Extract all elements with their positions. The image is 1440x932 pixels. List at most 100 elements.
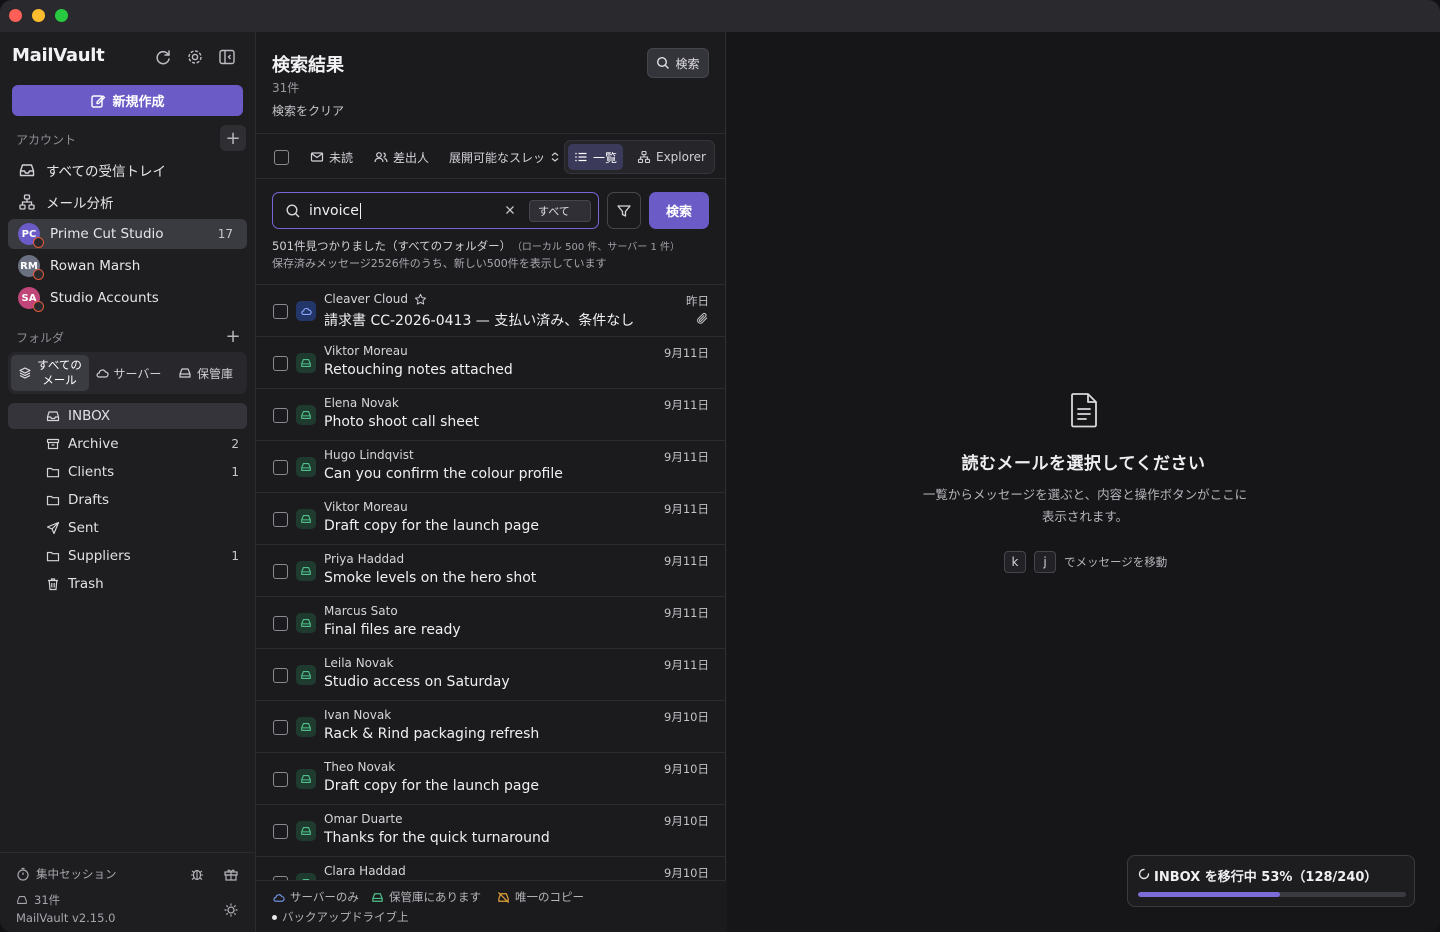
folder-trash[interactable]: Trash [8,571,247,597]
search-input-value[interactable]: invoice [309,203,361,219]
bug-icon[interactable] [189,866,205,882]
view-switcher: 一覧 Explorer [564,140,715,174]
row-checkbox[interactable] [273,356,288,371]
app-window: MailVault 新規作成 アカウント + すべての受信トレイ メール分析 P… [0,0,1440,932]
folder-sent[interactable]: Sent [8,515,247,541]
page-title: 検索結果 [272,55,344,76]
message-row[interactable]: Leila Novak Studio access on Saturday 9月11… [256,649,726,701]
message-date: 9月11日 [664,606,709,620]
drive-icon [296,769,316,789]
message-row[interactable]: Theo Novak Draft copy for the launch page… [256,753,726,805]
advanced-filter-button[interactable] [607,192,641,229]
folder-clients[interactable]: Clients 1 [8,459,247,485]
search-toggle-button[interactable]: 検索 [647,48,709,78]
row-checkbox[interactable] [273,668,288,683]
explorer-view-button[interactable]: Explorer [631,144,712,170]
row-checkbox[interactable] [273,564,288,579]
message-row[interactable]: Clara Haddad 9月10日 [256,857,726,880]
folder-archive[interactable]: Archive 2 [8,431,247,457]
message-row[interactable]: Omar Duarte Thanks for the quick turnarou… [256,805,726,857]
select-all-checkbox[interactable] [274,134,289,180]
row-checkbox[interactable] [273,616,288,631]
focus-session-button[interactable]: 集中セッション [16,866,117,882]
message-subject: Smoke levels on the hero shot [324,570,537,586]
message-row[interactable]: Hugo Lindqvist Can you confirm the colour… [256,441,726,493]
folder-suppliers[interactable]: Suppliers 1 [8,543,247,569]
message-row[interactable]: Viktor Moreau Draft copy for the launch p… [256,493,726,545]
row-checkbox[interactable] [273,824,288,839]
scope-tab-server[interactable]: サーバー [89,355,167,391]
close-window-button[interactable] [9,9,22,22]
refresh-icon[interactable] [153,47,173,67]
message-row[interactable]: Marcus Sato Final files are ready 9月11日 [256,597,726,649]
drive-off-icon [497,891,510,903]
message-row[interactable]: Viktor Moreau Retouching notes attached 9月… [256,337,726,389]
account-name: Studio Accounts [50,290,159,306]
list-icon [575,152,587,162]
gift-icon[interactable] [223,866,239,882]
drive-icon [296,405,316,425]
folder-inbox[interactable]: INBOX [8,403,247,429]
message-subject: Final files are ready [324,622,461,638]
folder-drafts[interactable]: Drafts [8,487,247,513]
row-checkbox[interactable] [273,772,288,787]
search-note: 保存済みメッセージ2526件のうち、新しい500件を表示しています [272,257,607,270]
list-view-button[interactable]: 一覧 [568,144,624,170]
message-subject: Photo shoot call sheet [324,414,480,430]
add-folder-button[interactable]: + [220,323,246,349]
search-summary: 501件見つかりました（すべてのフォルダー） （ローカル 500 件、サーバー … [272,239,681,253]
add-account-button[interactable]: + [220,125,246,151]
star-icon[interactable] [414,293,427,306]
account-item-rowan-marsh[interactable]: RM Rowan Marsh [8,251,247,281]
clear-input-icon[interactable] [504,204,516,216]
message-row[interactable]: Cleaver Cloud 請求書 CC-2026-0413 — 支払い済み、条件… [256,285,726,337]
row-checkbox[interactable] [273,460,288,475]
message-date: 9月10日 [664,866,709,880]
theme-toggle-sun-icon[interactable] [223,902,239,918]
filter-unread-button[interactable]: 未読 [310,134,353,180]
drive-icon [372,892,383,902]
clear-search-link[interactable]: 検索をクリア [272,102,344,119]
message-row[interactable]: Priya Haddad Smoke levels on the hero sho… [256,545,726,597]
row-checkbox[interactable] [273,512,288,527]
compose-button[interactable]: 新規作成 [12,85,243,116]
search-submit-button[interactable]: 検索 [649,192,709,229]
account-item-studio-accounts[interactable]: SA Studio Accounts [8,283,247,313]
row-checkbox[interactable] [273,720,288,735]
account-name: Prime Cut Studio [50,226,164,242]
message-row[interactable]: Elena Novak Photo shoot call sheet 9月11日 [256,389,726,441]
nav-analytics-label: メール分析 [46,196,114,212]
message-date: 昨日 [686,294,709,308]
scope-tab-all-mail[interactable]: すべての メール [11,355,89,391]
keyboard-hint: k j でメッセージを移動 [1004,551,1167,573]
layers-icon [19,367,31,379]
row-checkbox[interactable] [273,408,288,423]
nav-analytics[interactable]: メール分析 [8,187,247,217]
message-subject: Draft copy for the launch page [324,518,539,534]
keyboard-hint-text: でメッセージを移動 [1064,555,1168,569]
gear-icon[interactable] [185,47,205,67]
key-k: k [1004,551,1026,573]
zoom-window-button[interactable] [55,9,68,22]
search-input[interactable]: invoice すべて [272,192,599,229]
accounts-section-label: アカウント [16,133,77,147]
row-checkbox[interactable] [273,304,288,319]
message-date: 9月10日 [664,762,709,776]
drive-icon [296,561,316,581]
minimize-window-button[interactable] [32,9,45,22]
scope-tab-label: すべての メール [37,358,82,387]
collapse-sidebar-icon[interactable] [217,47,237,67]
account-item-prime-cut-studio[interactable]: PC Prime Cut Studio 17 [8,219,247,249]
scope-tab-vault[interactable]: 保管庫 [167,355,244,391]
filter-sender-button[interactable]: 差出人 [374,134,429,180]
message-list: Cleaver Cloud 請求書 CC-2026-0413 — 支払い済み、条件… [256,284,726,880]
paperclip-icon [696,312,709,325]
compose-icon [91,94,106,108]
key-j: j [1034,551,1056,573]
drive-icon [179,368,191,378]
thread-mode-select[interactable]: 展開可能なスレッ [449,134,560,180]
search-scope-select[interactable]: すべて [529,200,591,222]
message-row[interactable]: Ivan Novak Rack & Rind packaging refresh 9… [256,701,726,753]
nav-unified-inbox[interactable]: すべての受信トレイ [8,155,247,185]
folder-name: Drafts [68,492,110,508]
